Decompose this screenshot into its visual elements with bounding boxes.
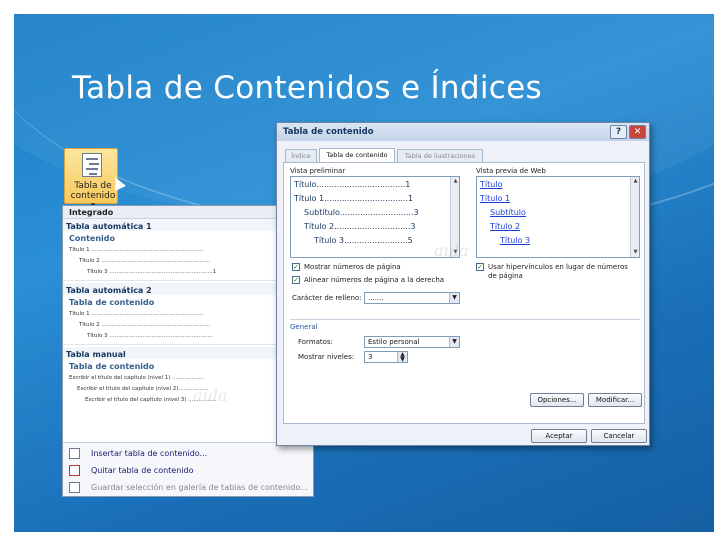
web-preview-box[interactable]: Título Título 1 Subtítulo Título 2 Títul… — [476, 176, 640, 258]
web-preview-link: Título 2 — [490, 222, 521, 231]
use-hyperlinks-checkbox[interactable]: ✓ — [476, 263, 484, 271]
general-label: General — [290, 323, 318, 331]
fill-char-select[interactable]: ....... ▼ — [364, 292, 460, 304]
table-of-contents-button[interactable]: Tabla de contenido ▾ — [64, 148, 118, 211]
close-button[interactable]: ✕ — [629, 125, 646, 139]
chevron-down-icon: ▼ — [449, 293, 459, 303]
watermark: aula — [193, 386, 228, 405]
preview-line: Subtítulo.............................3 — [304, 208, 419, 217]
document-icon — [82, 153, 102, 177]
insert-toc-menu-item[interactable]: Insertar tabla de contenido... — [63, 446, 313, 461]
fill-char-value: ....... — [368, 294, 384, 302]
chevron-down-icon: ▼ — [449, 337, 459, 347]
align-right-label: Alinear números de página a la derecha — [304, 276, 445, 284]
tab-illustrations[interactable]: Tabla de ilustraciones — [397, 149, 483, 162]
web-preview-link: Título 3 — [500, 236, 531, 245]
show-page-numbers-label: Mostrar números de página — [304, 263, 401, 271]
fill-char-label: Carácter de relleno: — [292, 294, 362, 302]
menu-item-label: Insertar tabla de contenido... — [91, 449, 208, 458]
watermark: aula — [434, 241, 469, 260]
dialog-titlebar: Tabla de contenido ? ✕ — [277, 123, 649, 141]
web-preview-link: Título 1 — [480, 194, 511, 203]
formats-label: Formatos: — [298, 338, 333, 346]
accept-button[interactable]: Aceptar — [531, 429, 587, 443]
slide-title: Tabla de Contenidos e Índices — [72, 70, 542, 106]
web-preview-link: Título — [480, 180, 503, 189]
align-right-checkbox[interactable]: ✓ — [292, 276, 300, 284]
formats-value: Estilo personal — [368, 338, 420, 346]
web-preview-scrollbar[interactable]: ▲ ▼ — [630, 177, 639, 257]
insert-toc-icon — [69, 448, 80, 459]
web-preview-link: Subtítulo — [490, 208, 526, 217]
preview-line: Título 3.........................5 — [314, 236, 413, 245]
remove-toc-icon — [69, 465, 80, 476]
toc-dialog: Tabla de contenido ? ✕ Índice Tabla de c… — [276, 122, 650, 446]
dialog-panel: Vista preliminar Vista previa de Web Tít… — [283, 162, 645, 424]
save-selection-menu-item[interactable]: Guardar selección en galería de tablas d… — [63, 480, 313, 495]
show-page-numbers-checkbox[interactable]: ✓ — [292, 263, 300, 271]
print-preview-label: Vista preliminar — [290, 167, 346, 175]
modify-button[interactable]: Modificar... — [588, 393, 642, 407]
preview-line: Título 1................................… — [294, 194, 414, 203]
tab-index[interactable]: Índice — [285, 149, 317, 162]
help-button[interactable]: ? — [610, 125, 627, 139]
web-preview-label: Vista previa de Web — [476, 167, 546, 175]
cancel-button[interactable]: Cancelar — [591, 429, 647, 443]
gallery-menu: Insertar tabla de contenido... Quitar ta… — [63, 442, 313, 496]
levels-value: 3 — [368, 353, 373, 361]
remove-toc-menu-item[interactable]: Quitar tabla de contenido — [63, 463, 313, 478]
options-button[interactable]: Opciones... — [530, 393, 584, 407]
levels-label: Mostrar niveles: — [298, 353, 355, 361]
menu-item-label: Quitar tabla de contenido — [91, 466, 194, 475]
preview-line: Título 2..............................3 — [304, 222, 416, 231]
levels-spinner[interactable]: 3 ▲ ▼ — [364, 351, 408, 363]
tab-toc[interactable]: Tabla de contenido — [319, 148, 395, 162]
dialog-title: Tabla de contenido — [283, 127, 374, 137]
save-gallery-icon — [69, 482, 80, 493]
formats-select[interactable]: Estilo personal ▼ — [364, 336, 460, 348]
spinner-arrows-icon: ▲ ▼ — [397, 352, 407, 363]
use-hyperlinks-label: Usar hipervínculos en lugar de números d… — [488, 263, 628, 280]
preview-line: Título..................................… — [294, 180, 411, 189]
menu-item-label: Guardar selección en galería de tablas d… — [91, 483, 308, 492]
